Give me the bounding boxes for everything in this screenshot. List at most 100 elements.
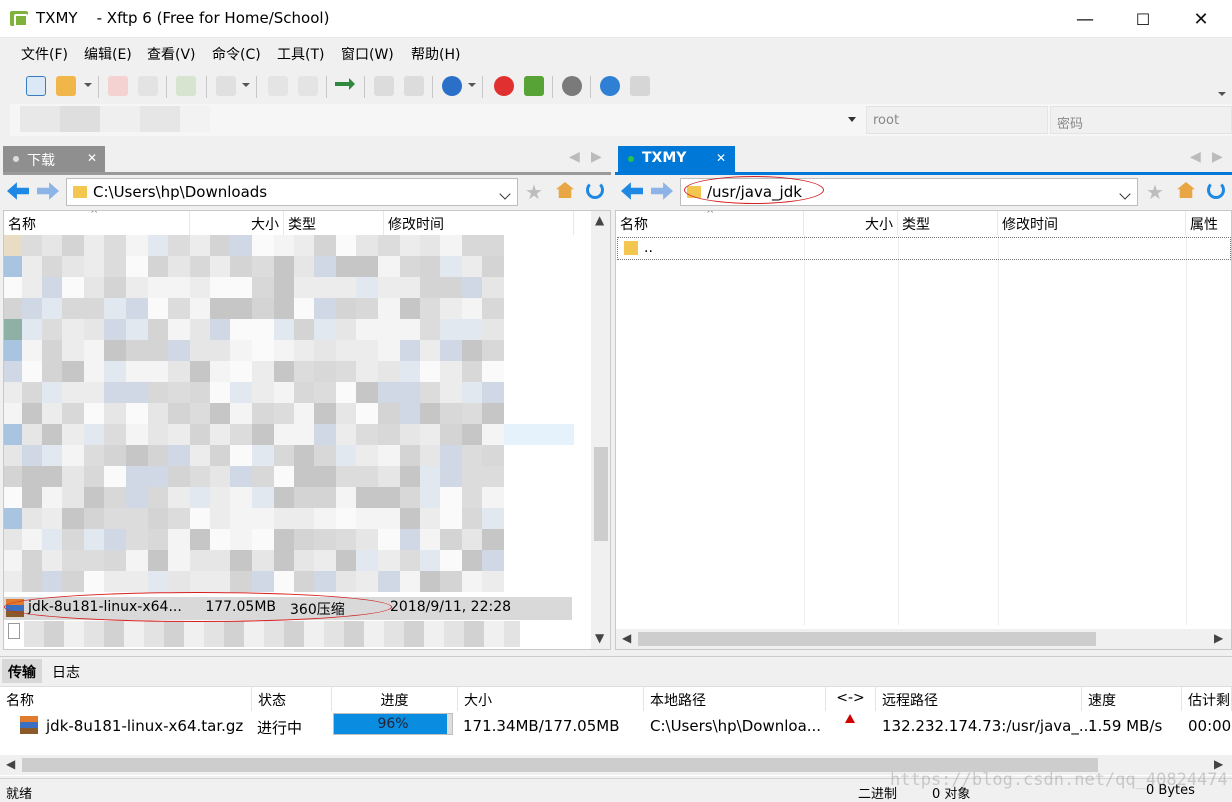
menu-help[interactable]: 帮助(H) <box>411 44 460 64</box>
menu-edit[interactable]: 编辑(E) <box>84 44 132 64</box>
tx-col-eta[interactable]: 估计剩 <box>1182 687 1232 711</box>
blurred-cell <box>420 319 440 340</box>
scroll-right-icon[interactable]: ▶ <box>1214 631 1223 645</box>
home-folder-icon[interactable] <box>556 182 574 198</box>
refresh-icon[interactable] <box>1207 181 1225 199</box>
remote-file-list[interactable]: ^ 名称 大小 类型 修改时间 属性 .. ◀ ▶ <box>615 210 1232 650</box>
back-arrow-icon[interactable] <box>621 182 643 200</box>
remote-horizontal-scrollbar[interactable]: ◀ ▶ <box>616 629 1231 649</box>
col-name[interactable]: ^ 名称 <box>616 211 804 235</box>
menu-window[interactable]: 窗口(W) <box>341 44 394 64</box>
tab-remote-txmy[interactable]: TXMY ✕ <box>618 146 735 172</box>
password-field[interactable]: 密码 <box>1050 106 1232 134</box>
play-dropdown-icon[interactable] <box>242 83 250 87</box>
scroll-left-icon[interactable]: ◀ <box>6 757 15 771</box>
col-attributes[interactable]: 属性 <box>1186 211 1231 235</box>
bookmark-star-icon[interactable]: ★ <box>525 180 543 204</box>
folder-icon <box>624 241 638 255</box>
properties-icon[interactable] <box>176 76 196 96</box>
tx-col-progress[interactable]: 进度 <box>332 687 458 711</box>
tab-scroll-left-icon[interactable]: ◀ <box>569 149 580 165</box>
toolbar-overflow-icon[interactable] <box>1218 92 1226 96</box>
download-icon[interactable] <box>298 76 318 96</box>
scroll-up-icon[interactable]: ▲ <box>595 213 604 227</box>
address-bar[interactable] <box>10 104 1232 136</box>
parent-dir-row[interactable]: .. <box>617 237 1231 260</box>
tx-col-name[interactable]: 名称 <box>0 687 252 711</box>
forward-arrow-icon[interactable] <box>37 182 59 200</box>
paste-icon[interactable] <box>404 76 424 96</box>
col-name[interactable]: ^ 名称 <box>4 211 190 235</box>
help-icon[interactable] <box>600 76 620 96</box>
local-vertical-scrollbar[interactable]: ▲ ▼ <box>591 211 610 649</box>
tx-col-status[interactable]: 状态 <box>252 687 332 711</box>
back-arrow-icon[interactable] <box>7 182 29 200</box>
scroll-right-icon[interactable]: ▶ <box>1214 757 1223 771</box>
play-icon[interactable] <box>216 76 236 96</box>
scroll-left-icon[interactable]: ◀ <box>622 631 631 645</box>
globe-dropdown-icon[interactable] <box>468 83 476 87</box>
local-file-list[interactable]: ^ 名称 大小 类型 修改时间 jdk-8u181-linux-x64... 1… <box>3 210 611 650</box>
chat-icon[interactable] <box>630 76 650 96</box>
username-field[interactable]: root <box>866 106 1048 134</box>
tab-transfer[interactable]: 传输 <box>2 659 42 683</box>
open-dropdown-icon[interactable] <box>84 83 92 87</box>
col-size[interactable]: 大小 <box>804 211 898 235</box>
tab-scroll-right-icon[interactable]: ▶ <box>1212 149 1223 165</box>
blurred-cell <box>210 550 230 571</box>
refresh-icon[interactable] <box>586 181 604 199</box>
disconnect-icon[interactable] <box>108 76 128 96</box>
scroll-down-icon[interactable]: ▼ <box>595 631 604 645</box>
tx-col-size[interactable]: 大小 <box>458 687 644 711</box>
globe-icon[interactable] <box>442 76 462 96</box>
tab-close-icon[interactable]: ✕ <box>716 151 726 165</box>
col-modified[interactable]: 修改时间 <box>998 211 1186 235</box>
tx-col-speed[interactable]: 速度 <box>1082 687 1182 711</box>
path-dropdown-icon[interactable] <box>499 188 511 200</box>
local-path-field[interactable]: C:\Users\hp\Downloads <box>66 178 518 206</box>
col-type[interactable]: 类型 <box>284 211 384 235</box>
copy-icon[interactable] <box>374 76 394 96</box>
col-size[interactable]: 大小 <box>190 211 284 235</box>
maximize-button[interactable]: ☐ <box>1114 0 1172 38</box>
upload-icon[interactable] <box>268 76 288 96</box>
menu-file[interactable]: 文件(F) <box>21 44 68 64</box>
tx-col-local-path[interactable]: 本地路径 <box>644 687 826 711</box>
xshell-icon[interactable] <box>494 76 514 96</box>
col-type[interactable]: 类型 <box>898 211 998 235</box>
blurred-cell <box>378 277 400 298</box>
col-modified[interactable]: 修改时间 <box>384 211 574 235</box>
tab-log[interactable]: 日志 <box>46 659 86 683</box>
blurred-cell <box>62 361 84 382</box>
blurred-cell <box>314 403 336 424</box>
blurred-cell <box>274 277 294 298</box>
open-folder-icon[interactable] <box>56 76 76 96</box>
close-button[interactable]: ✕ <box>1172 0 1230 38</box>
transfer-list[interactable]: 名称 状态 进度 大小 本地路径 <-> 远程路径 速度 估计剩 jdk-8u1… <box>0 686 1232 776</box>
new-session-icon[interactable] <box>26 76 46 96</box>
blurred-cell <box>274 235 294 256</box>
forward-arrow-icon[interactable] <box>651 182 673 200</box>
tab-scroll-left-icon[interactable]: ◀ <box>1190 149 1201 165</box>
tab-close-icon[interactable]: ✕ <box>87 151 97 165</box>
tx-col-remote-path[interactable]: 远程路径 <box>876 687 1082 711</box>
menu-command[interactable]: 命令(C) <box>212 44 261 64</box>
blurred-cell <box>252 508 274 529</box>
home-folder-icon[interactable] <box>1177 182 1195 198</box>
menu-tools[interactable]: 工具(T) <box>277 44 324 64</box>
settings-gear-icon[interactable] <box>562 76 582 96</box>
menu-view[interactable]: 查看(V) <box>147 44 196 64</box>
minimize-button[interactable]: — <box>1056 0 1114 38</box>
tab-scroll-right-icon[interactable]: ▶ <box>591 149 602 165</box>
bookmark-star-icon[interactable]: ★ <box>1146 180 1164 204</box>
blurred-cell <box>210 508 230 529</box>
tx-col-direction[interactable]: <-> <box>826 687 876 711</box>
tab-local-downloads[interactable]: 下载 ✕ <box>3 146 105 172</box>
reconnect-icon[interactable] <box>138 76 158 96</box>
scroll-thumb[interactable] <box>638 632 1096 646</box>
sync-arrows-icon[interactable] <box>335 78 355 90</box>
scroll-thumb[interactable] <box>594 447 608 541</box>
path-dropdown-icon[interactable] <box>1119 188 1131 200</box>
host-dropdown-icon[interactable] <box>848 117 856 122</box>
xftp-icon[interactable] <box>524 76 544 96</box>
